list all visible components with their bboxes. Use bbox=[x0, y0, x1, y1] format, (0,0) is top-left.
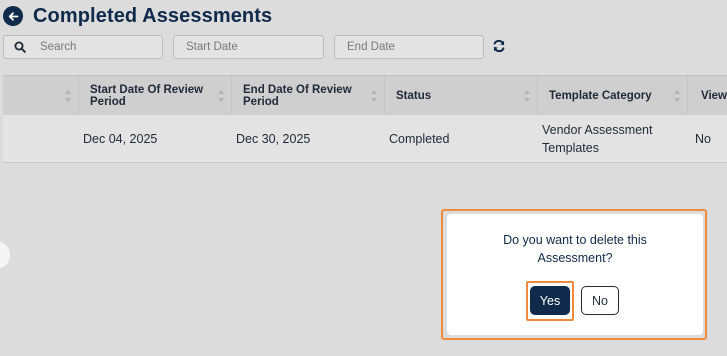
column-header-label: Start Date Of Review Period bbox=[90, 84, 204, 108]
column-header-start-date[interactable]: Start Date Of Review Period bbox=[79, 76, 232, 116]
column-header-view[interactable]: View bbox=[688, 76, 727, 116]
cell-end-date: Dec 30, 2025 bbox=[236, 132, 311, 146]
sort-icon bbox=[65, 90, 71, 102]
column-header-label: End Date Of Review Period bbox=[243, 84, 352, 108]
sort-icon bbox=[674, 90, 680, 102]
assessments-table: Start Date Of Review Period End Date Of … bbox=[3, 75, 727, 163]
column-header-label: Template Category bbox=[549, 90, 652, 102]
cell-start-date: Dec 04, 2025 bbox=[83, 132, 158, 146]
sidebar-toggle[interactable] bbox=[0, 241, 10, 269]
table-row[interactable]: Dec 04, 2025 Dec 30, 2025 Completed Vend… bbox=[3, 115, 727, 163]
column-header-end-date[interactable]: End Date Of Review Period bbox=[232, 76, 385, 116]
search-input[interactable]: Search bbox=[3, 35, 163, 59]
column-header-status[interactable]: Status bbox=[385, 76, 538, 116]
sort-icon bbox=[524, 90, 530, 102]
column-header-select[interactable] bbox=[3, 76, 79, 116]
column-header-template-category[interactable]: Template Category bbox=[538, 76, 688, 116]
search-placeholder: Search bbox=[40, 41, 77, 53]
no-button[interactable]: No bbox=[581, 286, 619, 315]
dialog-message: Do you want to delete this Assessment? bbox=[503, 233, 647, 265]
start-date-placeholder: Start Date bbox=[186, 41, 238, 53]
page-title: Completed Assessments bbox=[33, 4, 273, 27]
table-header: Start Date Of Review Period End Date Of … bbox=[3, 75, 727, 116]
yes-button[interactable]: Yes bbox=[530, 286, 570, 315]
cell-template-category: Vendor Assessment Templates bbox=[542, 123, 653, 155]
column-header-label: View bbox=[701, 90, 727, 102]
sort-icon bbox=[371, 90, 377, 102]
cell-view: No bbox=[695, 132, 711, 146]
arrow-left-icon[interactable] bbox=[3, 6, 23, 26]
page-header: Completed Assessments bbox=[3, 3, 272, 29]
search-icon bbox=[14, 41, 26, 53]
end-date-placeholder: End Date bbox=[347, 41, 395, 53]
end-date-field[interactable]: End Date bbox=[334, 35, 484, 59]
start-date-field[interactable]: Start Date bbox=[173, 35, 324, 59]
cell-status: Completed bbox=[389, 132, 450, 146]
delete-confirm-dialog: Do you want to delete this Assessment? bbox=[447, 214, 703, 335]
refresh-icon[interactable] bbox=[492, 39, 506, 53]
sort-icon bbox=[218, 90, 224, 102]
column-header-label: Status bbox=[396, 90, 432, 102]
